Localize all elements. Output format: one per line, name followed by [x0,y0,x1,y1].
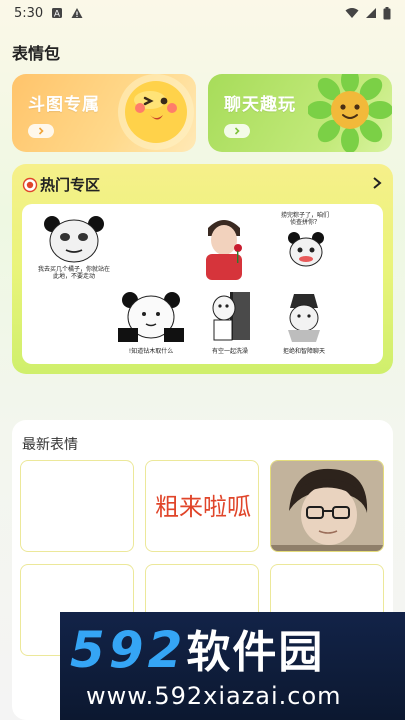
hot-section: 热门专区 我去买几个橘子，你就站在此地，不要走动 捞完粽子了，咱们侦查拼你？ !… [12,164,393,374]
hat-meme-icon [288,294,320,342]
hot-sticker[interactable]: 我去买几个橘子，你就站在此地，不要走动 [38,214,110,280]
door-peek-meme-icon [212,292,250,341]
latest-title: 最新表情 [22,437,78,453]
chat-card[interactable]: 聊天趣玩 [208,74,392,152]
watermark-name: 软件园 [186,627,325,678]
notification-a-icon: A [52,8,63,20]
hot-sticker[interactable]: 拒绝和智障聊天 [276,290,332,356]
latest-item[interactable] [270,460,384,552]
latest-item-text: 粗来啦呱 [155,493,251,521]
watermark-number: 592 [70,621,187,679]
hot-sticker-caption: 我去买几个橘子，你就站在此地，不要走动 [38,266,111,280]
chevron-right-icon [234,127,240,135]
doutu-arrow-button[interactable] [28,124,54,138]
chevron-right-icon [38,127,44,135]
hot-sticker[interactable] [202,214,246,280]
boy-photo-icon [206,220,242,280]
emoji-face-icon [118,74,194,150]
doutu-card[interactable]: 斗图专属 [12,74,196,152]
hot-sticker-caption: 捞完粽子了，咱们侦查拼你？ [280,212,329,226]
doutu-card-title: 斗图专属 [28,95,100,115]
page-title: 表情包 [12,44,61,63]
chevron-right-icon[interactable] [371,176,383,190]
hot-sticker[interactable]: !知道钻木取什么 [116,290,186,356]
panda-meme-icon [288,232,324,267]
watermark-logo: 592软件园 [70,616,324,680]
panda-meme-icon [118,292,184,342]
hot-title: 热门专区 [40,176,101,194]
hot-sticker[interactable]: 捞完粽子了，咱们侦查拼你？ [280,212,330,278]
latest-item[interactable]: 粗来啦呱 [145,460,259,552]
hot-sticker-caption: !知道钻木取什么 [128,348,174,355]
signal-icon [366,8,376,18]
chat-card-title: 聊天趣玩 [224,95,296,115]
chat-arrow-button[interactable] [224,124,250,138]
watermark-url: www.592xiazai.com [86,682,342,710]
hot-sticker-caption: 拒绝和智障聊天 [282,348,325,355]
hot-header[interactable]: 热门专区 [22,174,100,195]
panda-meme-icon [44,216,104,263]
hot-sticker-panel: 我去买几个橘子，你就站在此地，不要走动 捞完粽子了，咱们侦查拼你？ !知道钻木取… [22,204,383,364]
status-bar: 5:30 A [0,0,405,26]
battery-icon [383,6,391,19]
watermark-banner: 592软件园 www.592xiazai.com [60,612,405,720]
hot-sticker-caption: 有空一起洗澡 [211,348,248,355]
person-photo-icon [271,461,383,551]
fire-badge-icon [22,177,38,192]
svg-text:A: A [54,10,61,20]
warning-icon [71,8,83,18]
hot-sticker[interactable]: 有空一起洗澡 [206,290,254,356]
latest-item[interactable] [20,460,134,552]
wifi-icon [345,8,359,18]
flower-face-icon [308,74,392,152]
status-time: 5:30 [14,5,44,21]
